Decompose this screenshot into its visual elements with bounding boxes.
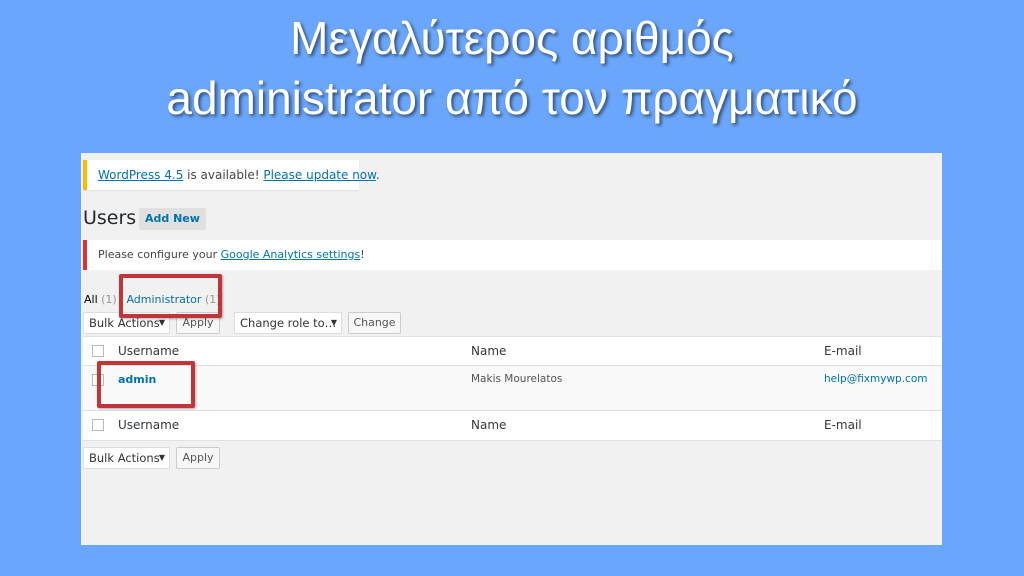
analytics-notice: Please configure your Google Analytics s…: [83, 240, 942, 270]
update-notice: WordPress 4.5 is available! Please updat…: [83, 160, 380, 190]
change-role-button[interactable]: Change: [348, 312, 401, 334]
bulk-actions-top-value: Bulk Actions: [89, 316, 160, 330]
add-new-button[interactable]: Add New: [139, 208, 206, 230]
slide-title-line-2: administrator από τον πραγματικό: [166, 72, 858, 124]
column-footer-email[interactable]: E-mail: [824, 418, 862, 432]
update-notice-period: .: [375, 168, 380, 182]
column-header-name[interactable]: Name: [471, 344, 506, 358]
select-all-checkbox-footer[interactable]: [92, 419, 104, 431]
bulk-actions-select-bottom[interactable]: Bulk Actions ▼: [83, 447, 170, 469]
change-role-value: Change role to…: [240, 316, 337, 330]
user-full-name: Makis Mourelatos: [471, 373, 563, 385]
apply-button-bottom[interactable]: Apply: [176, 447, 220, 469]
wordpress-version-link[interactable]: WordPress 4.5: [98, 168, 183, 182]
wordpress-users-screenshot: WordPress 4.5 is available! Please updat…: [81, 153, 942, 545]
slide-title-line-1: Μεγαλύτερος αριθμός: [290, 12, 734, 64]
select-all-checkbox[interactable]: [92, 345, 104, 357]
table-footer-row: Username Name E-mail: [83, 411, 942, 440]
column-header-username[interactable]: Username: [118, 344, 179, 358]
users-table: Username Name E-mail admin Makis Mourela…: [83, 336, 942, 441]
column-header-email[interactable]: E-mail: [824, 344, 862, 358]
column-footer-name[interactable]: Name: [471, 418, 506, 432]
page-title: Users: [83, 207, 137, 229]
bulk-actions-bottom-value: Bulk Actions: [89, 451, 160, 465]
table-row: admin Makis Mourelatos help@fixmywp.com: [83, 366, 942, 411]
admin-row-highlight: [97, 361, 195, 408]
administrator-filter-highlight: [119, 274, 222, 318]
column-footer-username[interactable]: Username: [118, 418, 179, 432]
dropdown-arrow-icon: ▼: [158, 453, 165, 462]
dropdown-arrow-icon: ▼: [330, 318, 337, 327]
filter-all[interactable]: All: [84, 293, 98, 306]
change-role-select[interactable]: Change role to… ▼: [234, 312, 342, 334]
slide-title: Μεγαλύτερος αριθμός administrator από το…: [0, 8, 1024, 128]
analytics-settings-link[interactable]: Google Analytics settings: [221, 248, 361, 261]
update-now-link[interactable]: Please update now: [263, 168, 376, 182]
filter-all-count: (1): [101, 293, 117, 306]
analytics-notice-suffix: !: [360, 248, 365, 261]
user-email-link[interactable]: help@fixmywp.com: [824, 373, 927, 385]
table-header-row: Username Name E-mail: [83, 337, 942, 366]
analytics-notice-prefix: Please configure your: [98, 248, 221, 261]
update-notice-text: is available!: [183, 168, 264, 182]
